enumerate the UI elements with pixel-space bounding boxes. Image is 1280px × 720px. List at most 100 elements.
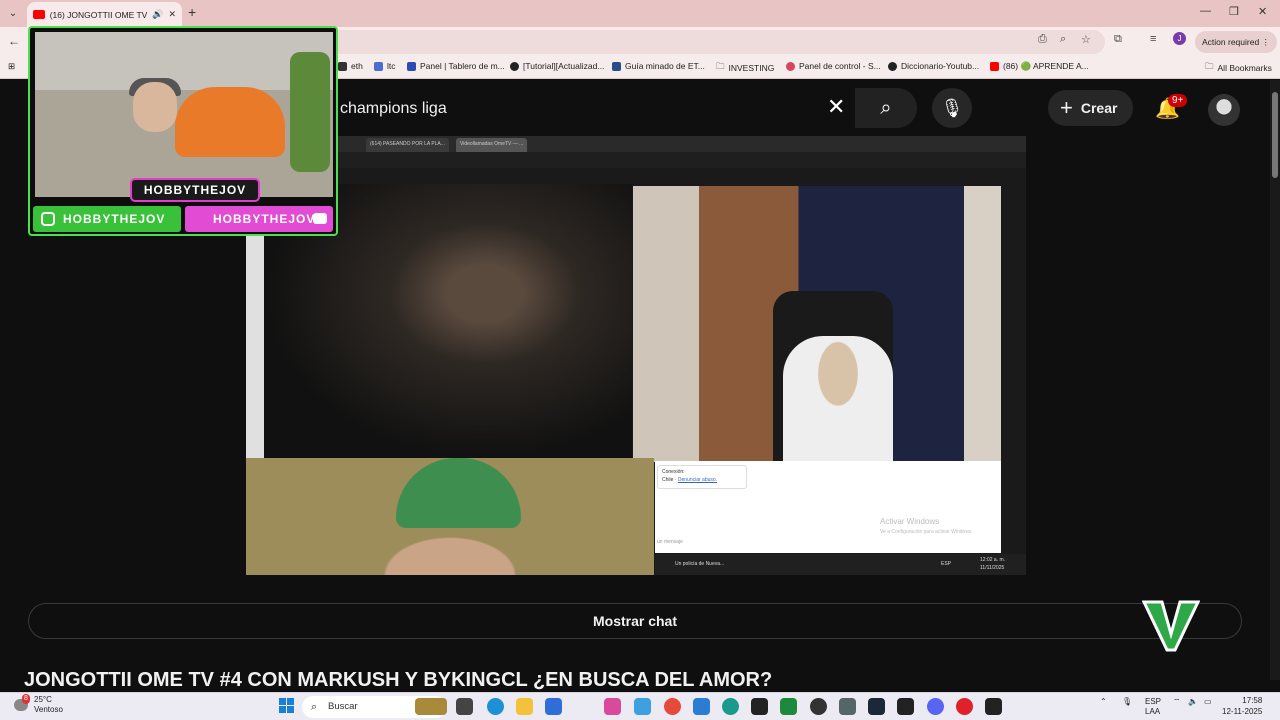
- instagram-name: HOBBYTHEJOV: [63, 212, 166, 226]
- bookmark-favicon-icon: [786, 61, 795, 71]
- bookmark-label: [Tutorial][Actualizad...: [523, 61, 605, 71]
- tab-search-chevron-icon[interactable]: ⌄: [4, 5, 22, 23]
- search-button[interactable]: ⌕: [855, 88, 917, 128]
- ometv-chat-panel: Conexión: Chile · Denunciar abuso. Activ…: [655, 461, 1001, 553]
- inner-date: 11/11/2025: [980, 565, 1005, 571]
- edge-icon[interactable]: [487, 698, 504, 715]
- bookmark-label: Diccionario-Youtub...: [901, 61, 980, 71]
- tray-mic-icon[interactable]: 🎙: [1122, 697, 1132, 706]
- restore-icon[interactable]: ❐: [1229, 5, 1239, 18]
- profile-avatar[interactable]: J: [1173, 32, 1186, 45]
- message-placeholder: un mensaje: [657, 539, 683, 545]
- speaker-icon[interactable]: 🔊: [152, 9, 163, 20]
- windows-taskbar: 8 25°C Ventoso ⌕ Buscar ⌃ 🎙 ESP LAA ⌔ 🔈 ▭ …: [0, 692, 1280, 720]
- capcut-icon[interactable]: [751, 698, 768, 715]
- video-player[interactable]: (614) PASEANDO POR LA PLA... Videollamad…: [246, 136, 1026, 575]
- chrome-icon[interactable]: [664, 698, 681, 715]
- extensions-icon[interactable]: ⧉: [1114, 33, 1122, 46]
- clear-search-icon[interactable]: ✕: [827, 94, 845, 120]
- streamer-webcam: [35, 32, 333, 197]
- youtube-handle: HOBBYTHEJOV: [185, 206, 333, 232]
- back-arrow-icon[interactable]: ←: [8, 34, 20, 48]
- action-required-button[interactable]: Action required ⋮: [1195, 31, 1278, 53]
- app-icon[interactable]: [897, 698, 914, 715]
- app-icon[interactable]: [780, 698, 797, 715]
- store-icon[interactable]: [545, 698, 562, 715]
- inner-time: 12:02 a. m.: [980, 557, 1006, 563]
- tab-active[interactable]: (16) JONGOTTII OME TV #4 🔊 ✕: [27, 2, 182, 27]
- bookmark-favicon-icon: [888, 61, 897, 71]
- bookmark-label: Guía minado de ET...: [625, 61, 705, 71]
- taskbar-search-label: Buscar: [328, 701, 358, 712]
- video-inner-toolbar: [246, 152, 1026, 168]
- battery-icon[interactable]: ▭: [1204, 697, 1212, 706]
- terminal-icon[interactable]: [985, 698, 1002, 715]
- microphone-icon: 🎙: [940, 98, 964, 118]
- bookmark-aprende[interactable]: (86) 🟢 APRENDE A...: [990, 61, 1089, 72]
- tray-chevron-icon[interactable]: ⌃: [1100, 697, 1107, 706]
- bookmark-panel-control[interactable]: Panel de control - S...: [786, 61, 881, 71]
- show-chat-button[interactable]: Mostrar chat: [28, 603, 1242, 639]
- bookmark-ltc[interactable]: ltc: [374, 61, 396, 71]
- bookmark-label: eth: [351, 61, 363, 71]
- instagram-handle: HOBBYTHEJOV: [33, 206, 181, 232]
- search-highlight-icon: [415, 698, 447, 715]
- orange-cushion: [175, 87, 285, 157]
- video-inner-tab: Videollamadas OmeTV — ...: [456, 138, 528, 152]
- obs-icon[interactable]: [810, 698, 827, 715]
- bookmark-eth[interactable]: eth: [338, 61, 363, 71]
- all-bookmarks[interactable]: 🗀 All Bookmarks: [1205, 61, 1272, 75]
- connection-label: Conexión:: [662, 469, 685, 475]
- app-icon[interactable]: [634, 698, 651, 715]
- create-button[interactable]: + Crear: [1048, 90, 1134, 126]
- clock[interactable]: 17:58 12-11-2025: [1222, 695, 1262, 717]
- instagram-icon: [41, 212, 55, 226]
- bookmark-panel[interactable]: Panel | Tablero de m...: [407, 61, 505, 71]
- discord-icon[interactable]: [927, 698, 944, 715]
- connection-box: Conexión: Chile · Denunciar abuso.: [657, 465, 747, 489]
- folder-icon: 🗀: [1205, 61, 1214, 71]
- all-bookmarks-label: All Bookmarks: [1217, 63, 1272, 73]
- opera-icon[interactable]: [956, 698, 973, 715]
- install-icon[interactable]: ⎙: [1038, 33, 1047, 46]
- bookmark-favicon-icon: [338, 61, 347, 71]
- file-explorer-icon[interactable]: [516, 698, 533, 715]
- language-indicator[interactable]: ESP LAA: [1145, 697, 1161, 717]
- zoom-icon[interactable]: ⌕: [1060, 33, 1066, 46]
- voice-search-button[interactable]: 🎙: [932, 88, 972, 128]
- action-required-label: Action required: [1202, 37, 1260, 47]
- account-avatar[interactable]: [1208, 94, 1240, 126]
- weather-badge: 8: [22, 694, 30, 704]
- bookmark-guia[interactable]: Guía minado de ET...: [612, 61, 705, 71]
- start-windows-icon[interactable]: [279, 698, 295, 714]
- bookmark-label: ltc: [387, 61, 396, 71]
- app-icon[interactable]: [722, 698, 739, 715]
- settings-gear-icon[interactable]: [839, 698, 856, 715]
- bookmark-star-icon[interactable]: ☆: [1081, 33, 1091, 46]
- new-tab-button[interactable]: +: [188, 4, 196, 20]
- bookmark-investing[interactable]: 🗀 INVESTING: [716, 61, 774, 75]
- search-input[interactable]: champions liga: [340, 100, 447, 118]
- media-control-icon[interactable]: ≡: [1150, 33, 1156, 45]
- task-view-icon[interactable]: [456, 698, 473, 715]
- bookmark-tutorial[interactable]: [Tutorial][Actualizad...: [510, 61, 604, 71]
- clock-time: 17:58: [1242, 696, 1263, 705]
- app-icon[interactable]: [604, 698, 621, 715]
- tab-close-icon[interactable]: ✕: [168, 9, 176, 20]
- weather-widget[interactable]: 8 25°C Ventoso: [14, 694, 63, 715]
- bookmark-diccionario[interactable]: Diccionario-Youtub...: [888, 61, 979, 71]
- bookmark-favicon-icon: [612, 61, 621, 71]
- close-window-icon[interactable]: ✕: [1258, 5, 1267, 18]
- steam-icon[interactable]: [868, 698, 885, 715]
- wifi-icon[interactable]: ⌔: [1173, 697, 1181, 707]
- minimize-icon[interactable]: —: [1200, 5, 1211, 17]
- video-side-strip: [246, 236, 264, 458]
- inner-lang: ESP: [941, 561, 952, 567]
- green-cap: [396, 458, 521, 528]
- scrollbar-thumb[interactable]: [1272, 92, 1278, 178]
- volume-icon[interactable]: 🔈: [1188, 697, 1198, 706]
- video-inner-tab-strip: (614) PASEANDO POR LA PLA... Videollamad…: [246, 136, 1026, 152]
- app-icon[interactable]: [693, 698, 710, 715]
- apps-grid-icon[interactable]: ⊞: [8, 61, 15, 72]
- page-scrollbar[interactable]: [1270, 80, 1280, 680]
